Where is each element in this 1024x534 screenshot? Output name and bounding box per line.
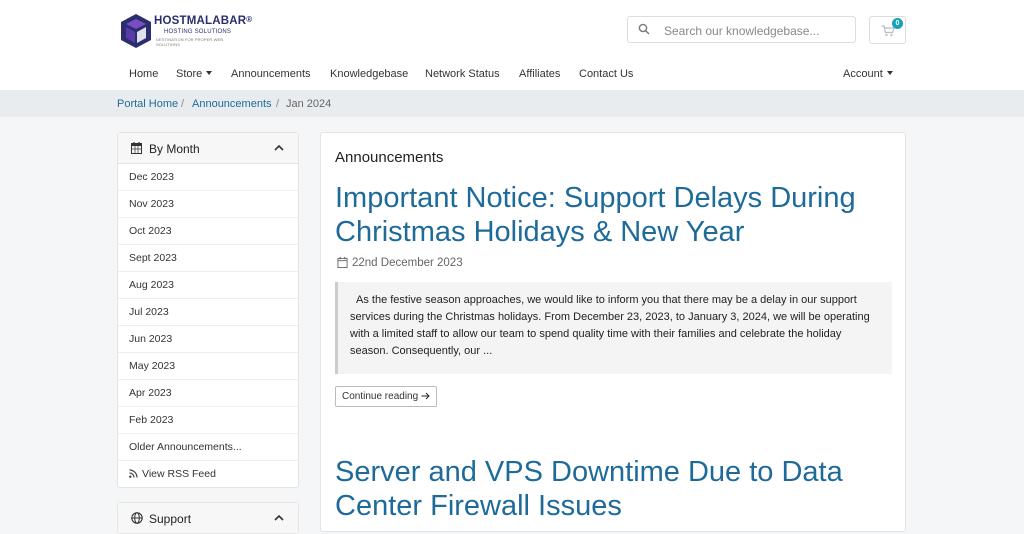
nav-store-label: Store [176, 68, 203, 80]
breadcrumb-separator: / [276, 98, 280, 110]
logo-brand: HOSTMALABAR® [154, 15, 253, 27]
nav-announcements[interactable]: Announcements [231, 68, 311, 80]
rss-icon [129, 469, 138, 478]
nav-knowledgebase[interactable]: Knowledgebase [330, 68, 408, 80]
caret-down-icon [206, 71, 213, 75]
month-item[interactable]: Feb 2023 [118, 407, 298, 434]
search-box[interactable] [627, 16, 856, 43]
rss-feed-label: View RSS Feed [142, 468, 216, 480]
announcement-date: 22nd December 2023 [337, 257, 463, 269]
sidebar: By Month Dec 2023 Nov 2023 Oct 2023 Sept… [117, 132, 299, 534]
search-icon [638, 23, 650, 35]
continue-reading-button[interactable]: Continue reading [335, 386, 437, 407]
announcement-excerpt: As the festive season approaches, we wou… [335, 282, 892, 374]
globe-icon [131, 512, 143, 524]
caret-down-icon [886, 71, 893, 75]
breadcrumb-announcements[interactable]: Announcements [192, 98, 272, 110]
header: HOSTMALABAR® HOSTING SOLUTIONS DESTINATI… [0, 0, 1024, 62]
month-item[interactable]: Oct 2023 [118, 218, 298, 245]
cart-button[interactable]: 0 [869, 16, 906, 44]
older-announcements-link[interactable]: Older Announcements... [118, 434, 298, 461]
calendar-icon [131, 142, 142, 154]
logo-tagline: DESTINATION FOR PROPER WEB SOLUTIONS [156, 37, 223, 47]
main-nav: Home Store Announcements Knowledgebase N… [0, 62, 1024, 90]
nav-network-status[interactable]: Network Status [425, 68, 500, 80]
month-item[interactable]: Sept 2023 [118, 245, 298, 272]
month-item[interactable]: Aug 2023 [118, 272, 298, 299]
support-title: Support [149, 512, 192, 526]
by-month-header[interactable]: By Month [118, 133, 298, 164]
nav-account-label: Account [843, 68, 883, 80]
logo[interactable]: HOSTMALABAR® HOSTING SOLUTIONS DESTINATI… [118, 13, 252, 49]
nav-contact-us[interactable]: Contact Us [579, 68, 633, 80]
arrow-right-icon [421, 392, 430, 399]
announcement-title[interactable]: Important Notice: Support Delays During … [335, 181, 895, 249]
announcement-title[interactable]: Server and VPS Downtime Due to Data Cent… [335, 455, 895, 523]
support-header[interactable]: Support [118, 503, 298, 533]
breadcrumb-separator: / [181, 98, 185, 110]
chevron-up-icon[interactable] [274, 144, 284, 151]
month-item[interactable]: Jul 2023 [118, 299, 298, 326]
month-item[interactable]: Nov 2023 [118, 191, 298, 218]
month-item[interactable]: Dec 2023 [118, 164, 298, 191]
month-item[interactable]: Jun 2023 [118, 326, 298, 353]
nav-home[interactable]: Home [129, 68, 158, 80]
search-input[interactable] [662, 20, 846, 42]
support-card: Support [117, 502, 299, 534]
by-month-card: By Month Dec 2023 Nov 2023 Oct 2023 Sept… [117, 132, 299, 488]
cart-count-badge: 0 [892, 18, 903, 29]
nav-affiliates[interactable]: Affiliates [519, 68, 560, 80]
rss-feed-link[interactable]: View RSS Feed [118, 461, 298, 487]
nav-store[interactable]: Store [176, 68, 213, 80]
month-item[interactable]: May 2023 [118, 353, 298, 380]
month-item[interactable]: Apr 2023 [118, 380, 298, 407]
breadcrumb-current: Jan 2024 [286, 98, 332, 110]
chevron-up-icon[interactable] [274, 514, 284, 521]
announcements-panel: Announcements Important Notice: Support … [320, 132, 906, 532]
page-title: Announcements [335, 149, 444, 166]
by-month-title: By Month [149, 142, 200, 156]
breadcrumb: Portal Home / Announcements / Jan 2024 [0, 90, 1024, 117]
nav-account[interactable]: Account [843, 68, 893, 80]
announcement-date-text: 22nd December 2023 [352, 257, 463, 269]
logo-mark-icon [121, 14, 151, 48]
calendar-icon [337, 257, 348, 268]
continue-reading-label: Continue reading [342, 391, 419, 402]
logo-subtitle: HOSTING SOLUTIONS [164, 29, 232, 35]
breadcrumb-portal-home[interactable]: Portal Home [117, 98, 178, 110]
